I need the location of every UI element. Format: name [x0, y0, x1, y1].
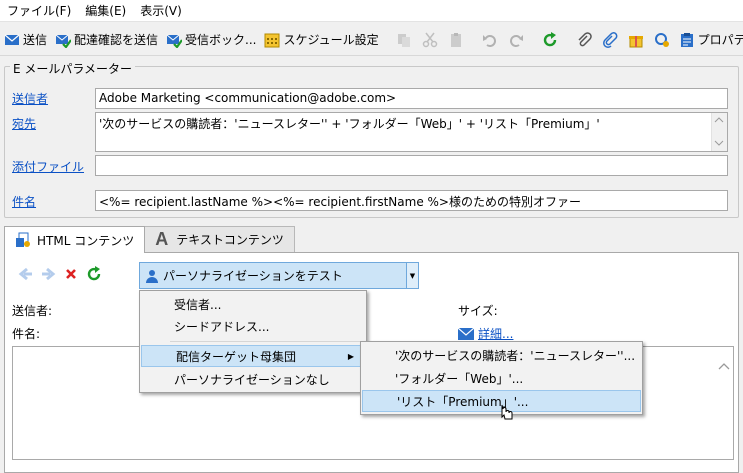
- back-arrow-icon[interactable]: [18, 266, 34, 282]
- submenu-item-folder[interactable]: 'フォルダー「Web」'...: [361, 367, 642, 389]
- menu-item-recipient[interactable]: 受信者...: [140, 293, 366, 315]
- menu-file[interactable]: ファイル(F): [0, 0, 78, 22]
- paperclip-icon: [578, 31, 592, 46]
- scroll-arrows-icon: [714, 117, 724, 146]
- forward-arrow-icon[interactable]: [40, 266, 56, 282]
- text-a-icon: A: [155, 229, 169, 249]
- subject-link[interactable]: 件名: [12, 193, 36, 210]
- test-personalization-dropdown[interactable]: パーソナライゼーションをテスト ▼: [139, 262, 419, 289]
- menu-bar: ファイル(F) 編集(E) 表示(V): [0, 0, 743, 22]
- submenu-arrow-icon: ▶: [347, 351, 354, 361]
- send-button[interactable]: 送信: [0, 27, 51, 53]
- envelope-icon: [458, 327, 474, 340]
- menu-item-no-personalization[interactable]: パーソナライゼーションなし: [140, 368, 366, 390]
- copy-icon: [397, 33, 410, 47]
- delete-x-icon[interactable]: [64, 267, 78, 281]
- copy-button[interactable]: [391, 27, 417, 53]
- main-toolbar: 送信 配達確認を送信 受信ボック... スケジュール設定 プロパティ: [0, 24, 743, 56]
- mouse-pointer-icon: [501, 404, 513, 420]
- gift-icon: [628, 35, 643, 47]
- preview-subject-label: 件名:: [12, 327, 41, 341]
- dropdown-label: パーソナライゼーションをテスト: [163, 269, 343, 283]
- preview-scrollbar[interactable]: [717, 347, 733, 459]
- redo-button[interactable]: [503, 27, 529, 53]
- menu-separator: [170, 341, 364, 342]
- personalize-button[interactable]: [649, 27, 675, 53]
- chevron-down-icon: ▼: [409, 271, 416, 280]
- tab-text-content[interactable]: A テキストコンテンツ: [144, 226, 295, 252]
- properties-label: プロパティ: [697, 33, 743, 47]
- gear-link-icon: [654, 32, 669, 47]
- preview-sender-label: 送信者:: [12, 304, 53, 318]
- dropdown-arrow[interactable]: ▼: [406, 263, 418, 288]
- inbox-check-icon: [166, 34, 183, 48]
- send-proof-button[interactable]: 配達確認を送信: [51, 27, 162, 53]
- to-field-text: '次のサービスの購読者：'ニュースレター'' + 'フォルダー「Web」' + …: [99, 117, 600, 131]
- properties-button[interactable]: プロパティ: [675, 27, 743, 53]
- send-label: 送信: [23, 33, 48, 47]
- html-document-icon: [16, 232, 30, 247]
- refresh-preview-icon[interactable]: [86, 266, 102, 282]
- schedule-button[interactable]: スケジュール設定: [260, 27, 382, 53]
- link-button[interactable]: [597, 27, 623, 53]
- inbox-button[interactable]: 受信ボック...: [162, 27, 260, 53]
- properties-clipboard-icon: [680, 32, 693, 47]
- inbox-label: 受信ボック...: [185, 33, 257, 47]
- tab-text-label: テキストコンテンツ: [176, 233, 284, 247]
- send-proof-label: 配達確認を送信: [74, 33, 159, 47]
- scissors-icon: [422, 32, 437, 47]
- attachment-field[interactable]: [95, 155, 728, 176]
- refresh-button[interactable]: [537, 27, 563, 53]
- subject-field[interactable]: <%= recipient.lastName %><%= recipient.f…: [95, 190, 728, 211]
- tab-html-label: HTML コンテンツ: [37, 233, 135, 248]
- redo-icon: [509, 34, 523, 47]
- personalization-menu: 受信者... シードアドレス... 配信ターゲット母集団 ▶ パーソナライゼーシ…: [139, 290, 367, 393]
- delivery-editor-window: ファイル(F) 編集(E) 表示(V) 送信 配達確認を送信 受信ボック... …: [0, 0, 743, 473]
- to-field-scrollbar[interactable]: [711, 113, 727, 151]
- cut-button[interactable]: [417, 27, 443, 53]
- person-icon: [146, 269, 158, 283]
- attachment-link[interactable]: 添付ファイル: [12, 158, 84, 175]
- sender-field[interactable]: Adobe Marketing <communication@adobe.com…: [95, 88, 728, 109]
- scroll-up-icon: [718, 363, 730, 370]
- preview-detail-link[interactable]: 詳細...: [458, 325, 513, 342]
- tab-html-content[interactable]: HTML コンテンツ: [4, 226, 146, 253]
- envelope-icon: [4, 34, 20, 45]
- clipboard-icon: [450, 32, 461, 47]
- content-tabs: HTML コンテンツ A テキストコンテンツ: [4, 226, 295, 253]
- paste-button[interactable]: [443, 27, 469, 53]
- menu-item-seed[interactable]: シードアドレス...: [140, 315, 366, 337]
- link-icon: [602, 31, 618, 48]
- email-parameters-legend: E メールパラメーター: [10, 60, 136, 77]
- attach-button[interactable]: [571, 27, 597, 53]
- to-field[interactable]: '次のサービスの購読者：'ニュースレター'' + 'フォルダー「Web」' + …: [95, 112, 728, 152]
- submenu-item-service[interactable]: '次のサービスの購読者：'ニュースレター''...: [361, 344, 642, 366]
- menu-edit[interactable]: 編集(E): [78, 0, 133, 22]
- to-link[interactable]: 宛先: [12, 115, 36, 132]
- menu-view[interactable]: 表示(V): [133, 0, 189, 22]
- schedule-label: スケジュール設定: [283, 33, 379, 47]
- preview-size-label: サイズ:: [458, 304, 498, 318]
- undo-icon: [482, 34, 496, 47]
- detail-link-text: 詳細...: [478, 327, 514, 341]
- menu-item-target-population[interactable]: 配信ターゲット母集団 ▶: [141, 345, 365, 367]
- calendar-icon: [264, 33, 280, 47]
- envelope-check-icon: [55, 34, 72, 48]
- refresh-icon: [543, 31, 556, 46]
- undo-button[interactable]: [477, 27, 503, 53]
- sender-link[interactable]: 送信者: [12, 90, 48, 107]
- target-population-label: 配信ターゲット母集団: [176, 349, 297, 364]
- gift-button[interactable]: [623, 27, 649, 53]
